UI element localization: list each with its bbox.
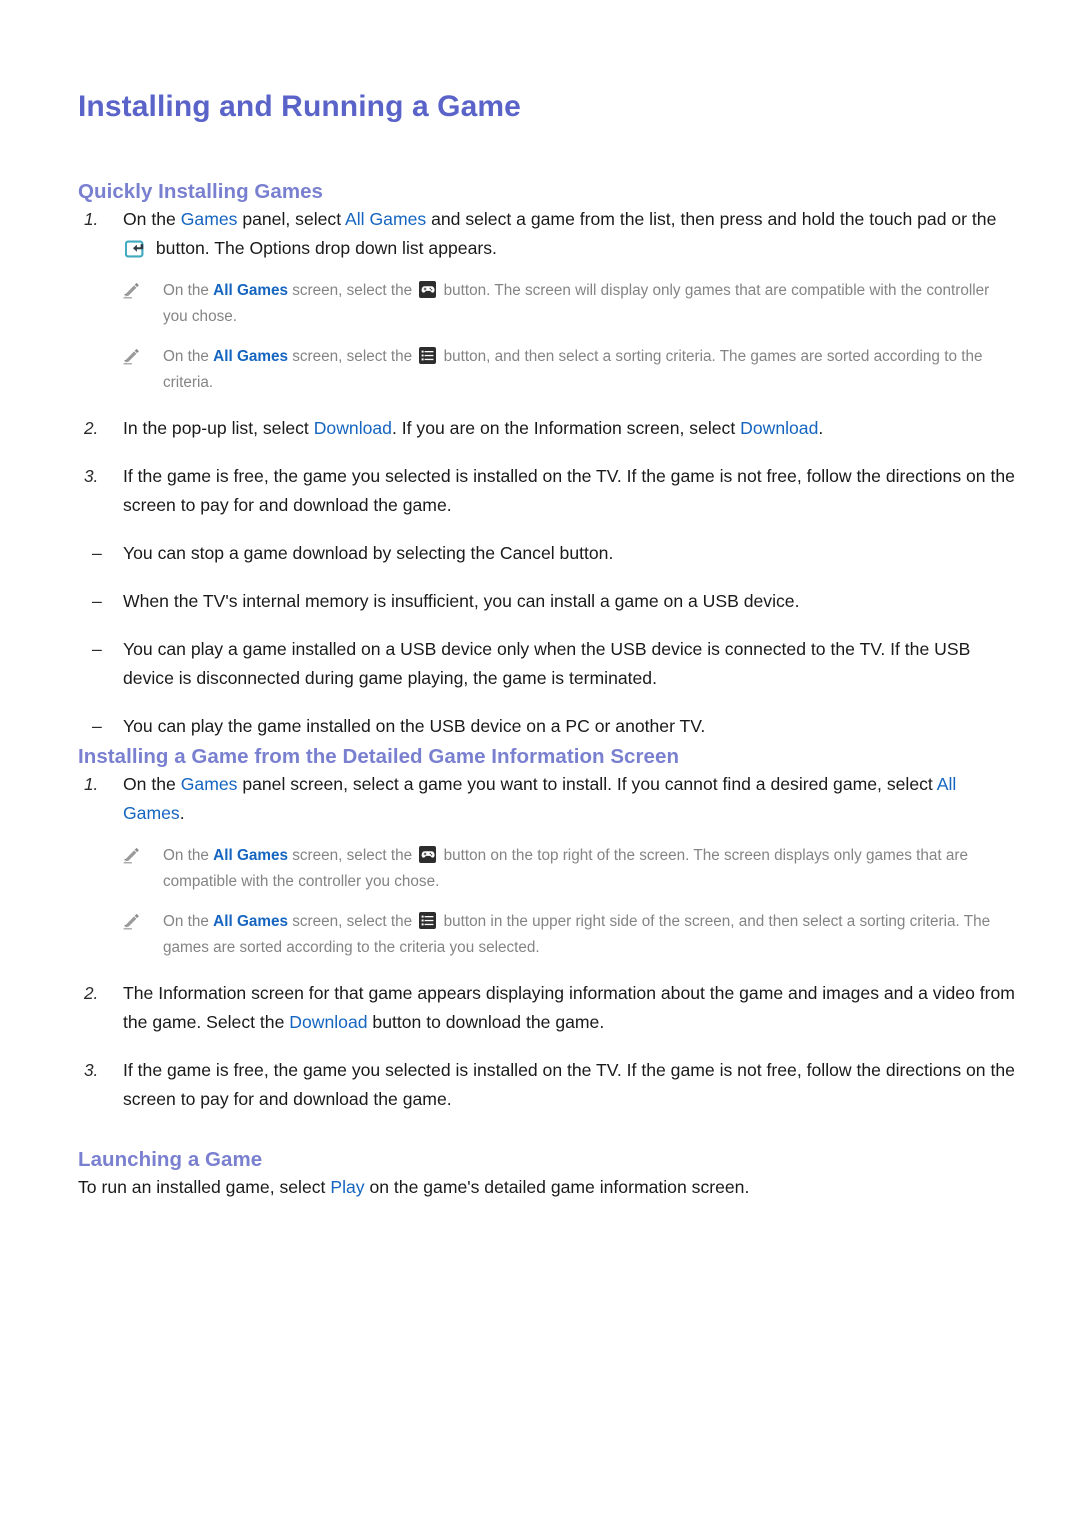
section-body-installing-from-detailed-info: 1. On the Games panel screen, select a ga… <box>78 770 1018 1114</box>
list-item-text: On the Games panel screen, select a game… <box>123 774 956 823</box>
enter-button-icon <box>124 238 149 258</box>
text-run: screen, select the <box>288 282 417 299</box>
page-title: Installing and Running a Game <box>78 90 521 124</box>
text-run: . If you are on the Information screen, … <box>391 418 741 438</box>
dash-list-item: – You can stop a game download by selecti… <box>78 539 1018 568</box>
list-item-text: You can stop a game download by selectin… <box>123 543 613 563</box>
text-run: On the <box>123 774 181 794</box>
note-list-item: On the All Games screen, select the butt… <box>78 909 1018 960</box>
pencil-icon <box>122 347 141 366</box>
keyword-term[interactable]: All Games <box>345 209 426 229</box>
list-marker: 3. <box>84 1060 99 1080</box>
list-marker: – <box>92 543 102 563</box>
list-marker: – <box>92 591 102 611</box>
text-run: . <box>179 803 185 823</box>
list-item-text: When the TV's internal memory is insuffi… <box>123 591 799 611</box>
paragraph: To run an installed game, select Play on… <box>78 1173 1018 1202</box>
document-page: Installing and Running a Game Quickly In… <box>0 0 1080 1527</box>
text-run: on the game's detailed game information … <box>364 1177 750 1197</box>
note-text: On the All Games screen, select the butt… <box>163 846 968 890</box>
text-run: On the <box>163 348 214 365</box>
text-run: panel, select <box>237 209 346 229</box>
note-list-item: On the All Games screen, select the butt… <box>78 278 1018 329</box>
list-marker: – <box>92 639 102 659</box>
keyword-term[interactable]: All Games <box>213 913 288 930</box>
keyword-term[interactable]: All Games <box>213 348 288 365</box>
section-body-quickly-installing-games: 1. On the Games panel, select All Games a… <box>78 205 1018 741</box>
numbered-list-item: 1. On the Games panel, select All Games a… <box>78 205 1018 263</box>
list-item-text: If the game is free, the game you select… <box>123 466 1015 515</box>
gamepad-icon <box>419 846 437 863</box>
keyword-term[interactable]: Download <box>740 418 818 438</box>
numbered-list-item: 3. If the game is free, the game you sele… <box>78 462 1018 520</box>
text-run: To run an installed game, select <box>78 1177 331 1197</box>
list-marker: 1. <box>84 209 99 229</box>
list-marker: 3. <box>84 466 99 486</box>
list-marker: 2. <box>84 983 99 1003</box>
keyword-term[interactable]: Games <box>181 774 238 794</box>
text-run: When the TV's internal memory is insuffi… <box>123 591 800 611</box>
gamepad-icon <box>419 281 437 298</box>
text-run: and select a game from the list, then pr… <box>426 209 997 229</box>
text-run: button. The Options drop down list appea… <box>151 238 497 258</box>
note-list-item: On the All Games screen, select the butt… <box>78 344 1018 395</box>
keyword-term[interactable]: Download <box>289 1012 367 1032</box>
text-run: You can play the game installed on the U… <box>123 716 706 736</box>
text-run: On the <box>123 209 181 229</box>
section-body-launching-a-game: To run an installed game, select Play on… <box>78 1173 1018 1202</box>
paragraph-text: To run an installed game, select Play on… <box>78 1177 749 1197</box>
section-heading-quickly-installing-games: Quickly Installing Games <box>78 180 324 203</box>
text-run: In the pop-up list, select <box>123 418 314 438</box>
text-run: If the game is free, the game you select… <box>123 1060 1015 1109</box>
numbered-list-item: 3. If the game is free, the game you sele… <box>78 1056 1018 1114</box>
section-heading-launching-a-game: Launching a Game <box>78 1148 263 1171</box>
section-heading-installing-from-detailed-info: Installing a Game from the Detailed Game… <box>78 745 680 768</box>
numbered-list-item: 2. In the pop-up list, select Download. I… <box>78 414 1018 443</box>
text-run: screen, select the <box>288 847 417 864</box>
dash-list-item: – You can play the game installed on the … <box>78 712 1018 741</box>
list-marker: – <box>92 716 102 736</box>
pencil-icon <box>122 281 141 300</box>
sort-list-icon <box>419 912 437 929</box>
list-item-text: The Information screen for that game app… <box>123 983 1015 1032</box>
list-item-text: If the game is free, the game you select… <box>123 1060 1015 1109</box>
text-run: On the <box>163 847 214 864</box>
numbered-list-item: 2. The Information screen for that game a… <box>78 979 1018 1037</box>
list-marker: 2. <box>84 418 99 438</box>
note-text: On the All Games screen, select the butt… <box>163 347 982 391</box>
sort-list-icon <box>419 347 437 364</box>
note-text: On the All Games screen, select the butt… <box>163 912 990 956</box>
keyword-term[interactable]: Games <box>181 209 238 229</box>
text-run: On the <box>163 913 214 930</box>
text-run: On the <box>163 282 214 299</box>
keyword-term[interactable]: All Games <box>213 847 288 864</box>
pencil-icon <box>122 846 141 865</box>
list-item-text: You can play the game installed on the U… <box>123 716 705 736</box>
list-marker: 1. <box>84 774 99 794</box>
keyword-term[interactable]: Download <box>314 418 392 438</box>
note-list-item: On the All Games screen, select the butt… <box>78 843 1018 894</box>
text-run: You can play a game installed on a USB d… <box>123 639 971 688</box>
text-run: screen, select the <box>288 348 417 365</box>
text-run: If the game is free, the game you select… <box>123 466 1015 515</box>
note-text: On the All Games screen, select the butt… <box>163 281 989 325</box>
pencil-icon <box>122 912 141 931</box>
keyword-term[interactable]: Play <box>330 1177 364 1197</box>
list-item-text: You can play a game installed on a USB d… <box>123 639 970 688</box>
text-run: button to download the game. <box>367 1012 605 1032</box>
text-run: panel screen, select a game you want to … <box>237 774 937 794</box>
list-item-text: In the pop-up list, select Download. If … <box>123 418 823 438</box>
dash-list-item: – When the TV's internal memory is insuff… <box>78 587 1018 616</box>
numbered-list-item: 1. On the Games panel screen, select a ga… <box>78 770 1018 828</box>
list-item-text: On the Games panel, select All Games and… <box>123 209 996 258</box>
keyword-term[interactable]: All Games <box>213 282 288 299</box>
text-run: . <box>818 418 824 438</box>
dash-list-item: – You can play a game installed on a USB … <box>78 635 1018 693</box>
text-run: You can stop a game download by selectin… <box>123 543 614 563</box>
text-run: screen, select the <box>288 913 417 930</box>
